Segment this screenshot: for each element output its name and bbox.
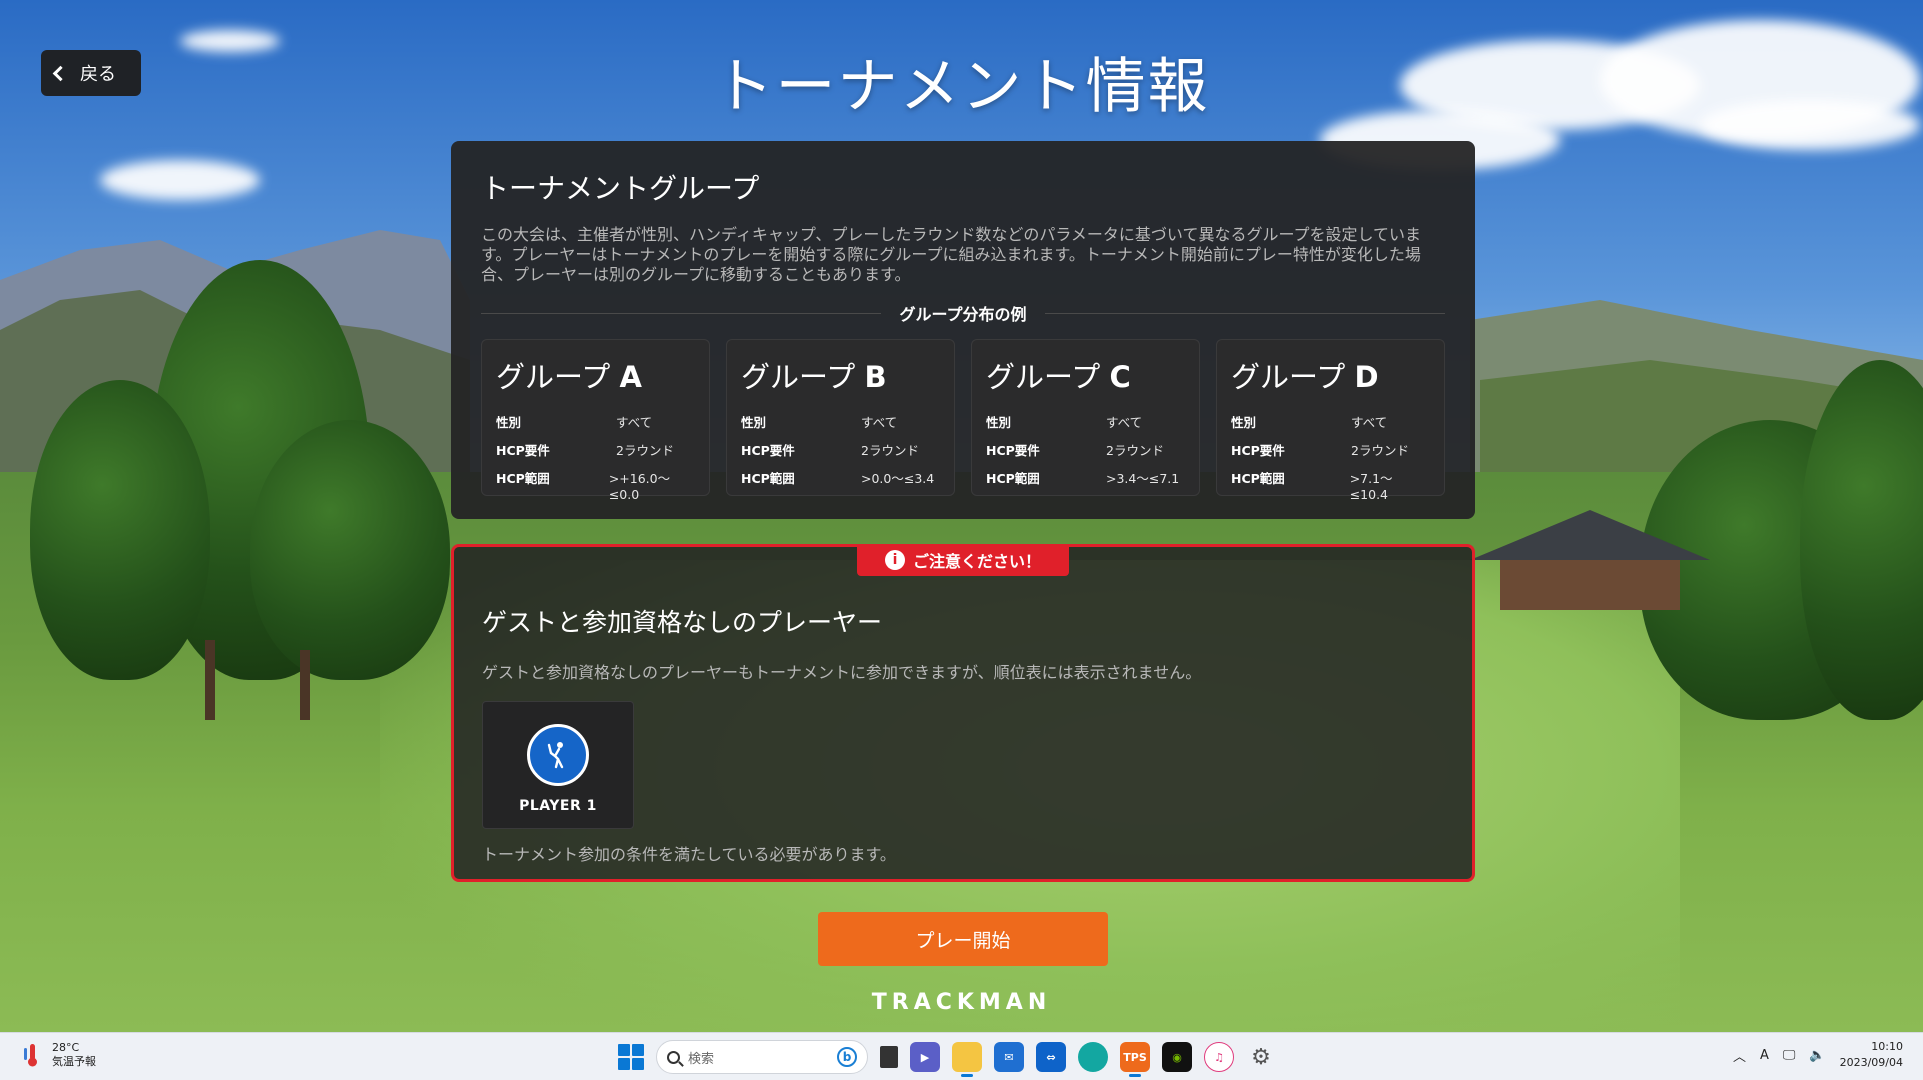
group-name: グループ C <box>986 360 1131 394</box>
player-name: PLAYER 1 <box>519 798 597 814</box>
nvidia-icon[interactable]: ◉ <box>1162 1042 1192 1072</box>
system-tray: ︿ A 🖵 🔈 10:10 2023/09/04 <box>1733 1039 1903 1071</box>
group-row: 性別 すべて <box>741 415 898 430</box>
group-row: HCP要件 2ラウンド <box>986 443 1164 458</box>
thermometer-icon <box>24 1044 37 1067</box>
clock[interactable]: 10:10 2023/09/04 <box>1840 1039 1903 1071</box>
group-row: HCP範囲 >0.0〜≤3.4 <box>741 471 935 486</box>
weather-label: 気温予報 <box>52 1055 96 1068</box>
group-row: HCP範囲 >3.4〜≤7.1 <box>986 471 1180 486</box>
group-row: HCP要件 2ラウンド <box>1231 443 1409 458</box>
groups-panel-description: この大会は、主催者が性別、ハンディキャップ、プレーしたラウンド数などのパラメータ… <box>481 225 1422 284</box>
player-card[interactable]: PLAYER 1 <box>482 701 634 829</box>
windows-start-icon[interactable] <box>618 1044 644 1070</box>
group-row: 性別 すべて <box>1231 415 1388 430</box>
warning-badge-label: ご注意ください！ <box>912 552 1041 571</box>
ime-indicator[interactable]: A <box>1760 1048 1769 1063</box>
tournament-groups-panel: トーナメントグループ この大会は、主催者が性別、ハンディキャップ、プレーしたラウ… <box>451 141 1475 519</box>
groups-panel-title: トーナメントグループ <box>481 172 760 205</box>
settings-icon[interactable]: ⚙ <box>1246 1042 1276 1072</box>
group-card-a: グループ A 性別 すべて HCP要件 2ラウンド HCP範囲 >+16.0〜≤0.0 <box>481 339 710 502</box>
group-name: グループ A <box>496 360 642 394</box>
group-card-b: グループ B 性別 すべて HCP要件 2ラウンド HCP範囲 >0.0〜≤3.4 <box>726 339 955 496</box>
search-placeholder: 検索 <box>688 1051 715 1067</box>
group-row: HCP要件 2ラウンド <box>741 443 919 458</box>
guest-panel-title: ゲストと参加資格なしのプレーヤー <box>482 608 883 637</box>
group-row: 性別 すべて <box>496 415 653 430</box>
group-row: HCP範囲 >7.1〜≤10.4 <box>1231 471 1393 502</box>
group-card-c: グループ C 性別 すべて HCP要件 2ラウンド HCP範囲 >3.4〜≤7.1 <box>971 339 1200 496</box>
group-name: グループ B <box>741 360 887 394</box>
file-icon[interactable] <box>880 1046 898 1068</box>
tps-icon[interactable]: TPS <box>1120 1042 1150 1077</box>
guest-panel-footer: トーナメント参加の条件を満たしている必要があります。 <box>482 845 896 864</box>
chevron-up-icon[interactable]: ︿ <box>1733 1046 1746 1065</box>
mail-icon[interactable]: ✉ <box>994 1042 1024 1072</box>
network-icon[interactable]: 🖵 <box>1783 1048 1796 1063</box>
taskbar-apps: 検索 b ▶ ✉ ⇔ TPS ◉ ♫ ⚙ <box>618 1040 1276 1077</box>
weather-temp: 28°C <box>52 1041 80 1054</box>
golfer-icon <box>527 724 589 786</box>
teams-icon[interactable]: ▶ <box>910 1042 940 1072</box>
example-divider: グループ分布の例 <box>481 301 1446 325</box>
divider-line-left <box>481 312 882 314</box>
warning-badge: i ご注意ください！ <box>857 544 1069 576</box>
edge-icon[interactable] <box>1078 1042 1108 1072</box>
group-card-d: グループ D 性別 すべて HCP要件 2ラウンド HCP範囲 >7.1〜≤10.4 <box>1216 339 1445 502</box>
search-icon <box>667 1050 680 1064</box>
start-play-button[interactable]: プレー開始 <box>818 912 1108 966</box>
guest-warning-panel: i ご注意ください！ ゲストと参加資格なしのプレーヤー ゲストと参加資格なしのプ… <box>451 544 1475 882</box>
group-cards: グループ A 性別 すべて HCP要件 2ラウンド HCP範囲 >+16.0〜≤0.0… <box>481 339 1445 502</box>
group-row: 性別 すべて <box>986 415 1143 430</box>
volume-icon[interactable]: 🔈 <box>1809 1048 1825 1063</box>
group-row: HCP要件 2ラウンド <box>496 443 674 458</box>
info-icon: i <box>884 550 905 570</box>
example-label: グループ分布の例 <box>899 305 1027 324</box>
teamviewer-icon[interactable]: ⇔ <box>1036 1042 1066 1072</box>
itunes-icon[interactable]: ♫ <box>1204 1042 1234 1072</box>
group-name: グループ D <box>1231 360 1379 394</box>
windows-taskbar: 28°C 気温予報 検索 b ▶ ✉ ⇔ TPS ◉ ♫ ⚙ ︿ A 🖵 🔈 1… <box>0 1032 1923 1080</box>
page-title: トーナメント情報 <box>713 52 1210 122</box>
taskbar-search[interactable]: 検索 b <box>656 1040 868 1074</box>
bing-icon[interactable]: b <box>837 1047 857 1067</box>
clock-date: 2023/09/04 <box>1839 1056 1903 1069</box>
folder-icon[interactable] <box>952 1042 982 1077</box>
group-row: HCP範囲 >+16.0〜≤0.0 <box>496 471 671 502</box>
clock-time: 10:10 <box>1871 1040 1903 1053</box>
guest-panel-description: ゲストと参加資格なしのプレーヤーもトーナメントに参加できますが、順位表には表示さ… <box>482 663 1202 682</box>
weather-widget[interactable]: 28°C 気温予報 <box>22 1041 96 1069</box>
divider-line-right <box>1044 312 1446 314</box>
trackman-logo: TRACKMAN <box>871 990 1052 1015</box>
